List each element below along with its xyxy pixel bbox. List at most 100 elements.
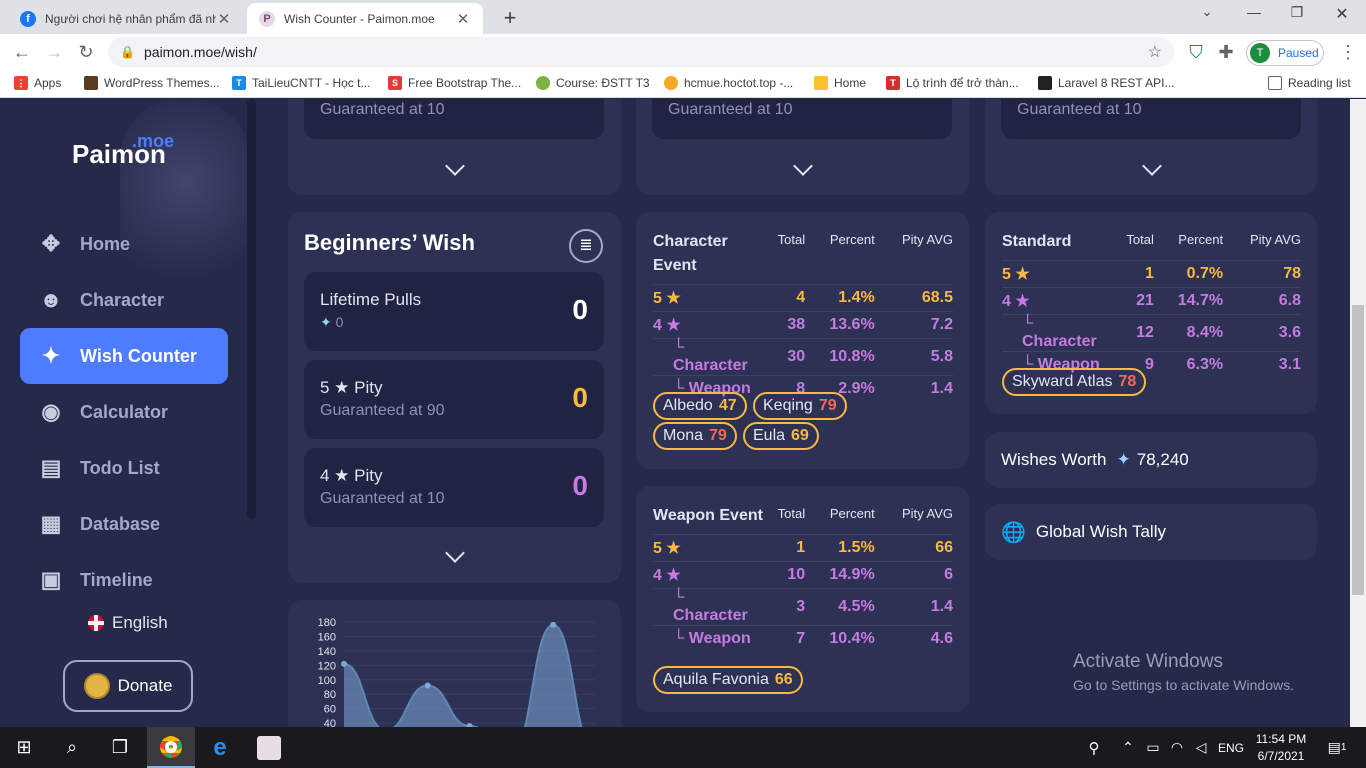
todo-icon: ▤ xyxy=(40,455,62,480)
character-pity-pill[interactable]: Eula 69 xyxy=(743,422,819,450)
sidebar-item-timeline[interactable]: ▣ Timeline xyxy=(20,552,228,608)
tab-facebook[interactable]: f Người chơi hệ nhân phẩm đã nhậ ✕ xyxy=(8,3,244,34)
character-pity-pill[interactable]: Albedo 47 xyxy=(653,392,747,420)
row-value: 8.4% xyxy=(1153,314,1224,352)
row-label: 4 ★ xyxy=(653,311,763,339)
volume-icon[interactable]: ◁ xyxy=(1190,727,1212,768)
input-language[interactable]: ENG xyxy=(1214,727,1248,768)
character-pity-pill[interactable]: Mona 79 xyxy=(653,422,737,450)
bookmark-bootstrap[interactable]: S Free Bootstrap The... xyxy=(388,76,521,90)
back-button[interactable]: ← xyxy=(10,40,34,64)
tab-wish-counter[interactable]: P Wish Counter - Paimon.moe ✕ xyxy=(247,3,483,34)
chevron-down-icon[interactable] xyxy=(445,156,465,176)
scrollbar-thumb[interactable] xyxy=(1352,305,1364,595)
weapon-pity-card: Guaranteed at 10 7 xyxy=(636,99,969,195)
data-point[interactable] xyxy=(424,682,431,689)
tab-search-icon[interactable]: ⌄ xyxy=(1193,4,1221,20)
home-bookmark-icon xyxy=(814,76,828,90)
battery-icon[interactable]: ▭ xyxy=(1142,727,1164,768)
windows-taskbar: ⊞ ⌕ ❐ e ⚲ ⌃ ▭ ◠ ◁ ENG 11:54 PM 6/7/2021 … xyxy=(0,727,1366,768)
profile-button[interactable]: T Paused xyxy=(1246,40,1324,66)
donate-button[interactable]: Donate xyxy=(63,660,193,712)
course-icon xyxy=(536,76,550,90)
sidebar-item-label: Database xyxy=(80,513,161,534)
sidebar-item-label: Timeline xyxy=(80,569,153,590)
reload-button[interactable]: ↻ xyxy=(74,40,98,64)
sidebar-item-database[interactable]: ▦ Database xyxy=(20,496,228,552)
minimize-button[interactable]: — xyxy=(1240,4,1268,20)
globe-icon: 🌐 xyxy=(1001,521,1026,544)
activation-title: Activate Windows xyxy=(1073,651,1223,672)
character-pity-pill[interactable]: Skyward Atlas 78 xyxy=(1002,368,1147,396)
bookmark-course[interactable]: Course: ĐSTT T3 xyxy=(536,76,650,90)
extensions-icon[interactable]: ✚ xyxy=(1214,40,1238,64)
chevron-down-icon[interactable] xyxy=(445,543,465,563)
bookmark-wordpress[interactable]: WordPress Themes... xyxy=(84,76,220,90)
lifetime-value: 0 xyxy=(572,294,588,325)
bootstrap-icon: S xyxy=(388,76,402,90)
character-pity-pill[interactable]: Aquila Favonia 66 xyxy=(653,666,803,694)
notification-icon[interactable]: ▤ 1 xyxy=(1322,727,1352,768)
ie-icon[interactable]: e xyxy=(196,727,244,768)
windows-start-icon[interactable]: ⊞ xyxy=(0,727,48,768)
bookmark-lo-trinh[interactable]: T Lộ trình để trở thàn... xyxy=(886,76,1019,90)
lo-trinh-icon: T xyxy=(886,76,900,90)
sidebar-scrollbar[interactable] xyxy=(247,99,256,519)
bookmark-laravel[interactable]: Laravel 8 REST API... xyxy=(1038,76,1175,90)
column-header: Percent xyxy=(829,232,875,247)
clock[interactable]: 11:54 PM 6/7/2021 xyxy=(1252,727,1310,768)
laravel-icon xyxy=(1038,76,1052,90)
sidebar-item-calculator[interactable]: ◉ Calculator xyxy=(20,384,228,440)
row-value: 3.6 xyxy=(1223,314,1301,352)
data-point[interactable] xyxy=(550,621,557,628)
chevron-down-icon[interactable] xyxy=(1142,156,1162,176)
timeline-icon: ▣ xyxy=(40,567,62,592)
series-area xyxy=(344,624,582,727)
sidebar-item-todo[interactable]: ▤ Todo List xyxy=(20,440,228,496)
sidebar-item-label: Wish Counter xyxy=(80,345,197,366)
bookmark-hcmue[interactable]: hcmue.hoctot.top -... xyxy=(664,76,793,90)
shield-extension-icon[interactable]: ⛉ xyxy=(1184,40,1208,64)
browser-toolbar: ← → ↻ 🔒 paimon.moe/wish/ ☆ ⛉ ✚ T Paused … xyxy=(0,34,1366,70)
address-bar[interactable]: 🔒 paimon.moe/wish/ ☆ xyxy=(108,37,1174,67)
pity-box: Guaranteed at 10 1 xyxy=(1001,99,1301,139)
sidebar-item-wish-counter[interactable]: ✦ Wish Counter xyxy=(20,328,228,384)
logo[interactable]: Paimon .moe xyxy=(72,131,174,170)
data-point[interactable] xyxy=(341,660,347,667)
close-tab-icon[interactable]: ✕ xyxy=(455,10,471,28)
forward-button[interactable]: → xyxy=(42,40,66,64)
close-tab-icon[interactable]: ✕ xyxy=(216,10,232,28)
row-value: 38 xyxy=(763,311,806,339)
character-pity-pill[interactable]: Keqing 79 xyxy=(753,392,847,420)
bookmark-apps[interactable]: ⋮ Apps xyxy=(14,76,61,90)
row-value: 1 xyxy=(763,534,806,562)
maximize-button[interactable]: ❐ xyxy=(1283,4,1311,21)
page-scrollbar[interactable] xyxy=(1350,99,1366,727)
bookmark-home[interactable]: Home xyxy=(814,76,866,90)
paimon-app-icon[interactable] xyxy=(245,727,293,768)
row-value: 68.5 xyxy=(874,284,953,312)
column-header: Percent xyxy=(829,506,875,521)
search-icon[interactable]: ⌕ xyxy=(48,727,96,768)
people-icon[interactable]: ⚲ xyxy=(1080,727,1108,768)
sidebar-item-character[interactable]: ☻ Character xyxy=(20,272,228,328)
chevron-down-icon[interactable] xyxy=(793,156,813,176)
close-window-button[interactable]: ✕ xyxy=(1328,4,1356,24)
chrome-icon[interactable] xyxy=(147,727,195,768)
y-tick-label: 40 xyxy=(324,718,336,727)
reading-list[interactable]: Reading list xyxy=(1268,76,1351,90)
wifi-icon[interactable]: ◠ xyxy=(1166,727,1188,768)
bookmark-star-icon[interactable]: ☆ xyxy=(1148,42,1162,62)
profile-status: Paused xyxy=(1278,46,1319,60)
bookmark-tailieu[interactable]: T TaiLieuCNTT - Học t... xyxy=(232,76,370,90)
menu-list-icon[interactable]: ≣ xyxy=(569,229,603,263)
chevron-up-icon[interactable]: ⌃ xyxy=(1118,727,1138,768)
global-wish-tally-button[interactable]: 🌐 Global Wish Tally xyxy=(985,504,1317,560)
table-row: 5 ★ 4 1.4% 68.5 xyxy=(653,284,953,312)
sidebar-item-home[interactable]: ✥ Home xyxy=(20,216,228,272)
task-view-icon[interactable]: ❐ xyxy=(96,727,144,768)
new-tab-button[interactable]: + xyxy=(498,5,522,31)
language-selector[interactable]: English xyxy=(88,613,168,633)
menu-icon[interactable]: ⋮ xyxy=(1336,40,1360,64)
row-value: 4 xyxy=(763,284,806,312)
